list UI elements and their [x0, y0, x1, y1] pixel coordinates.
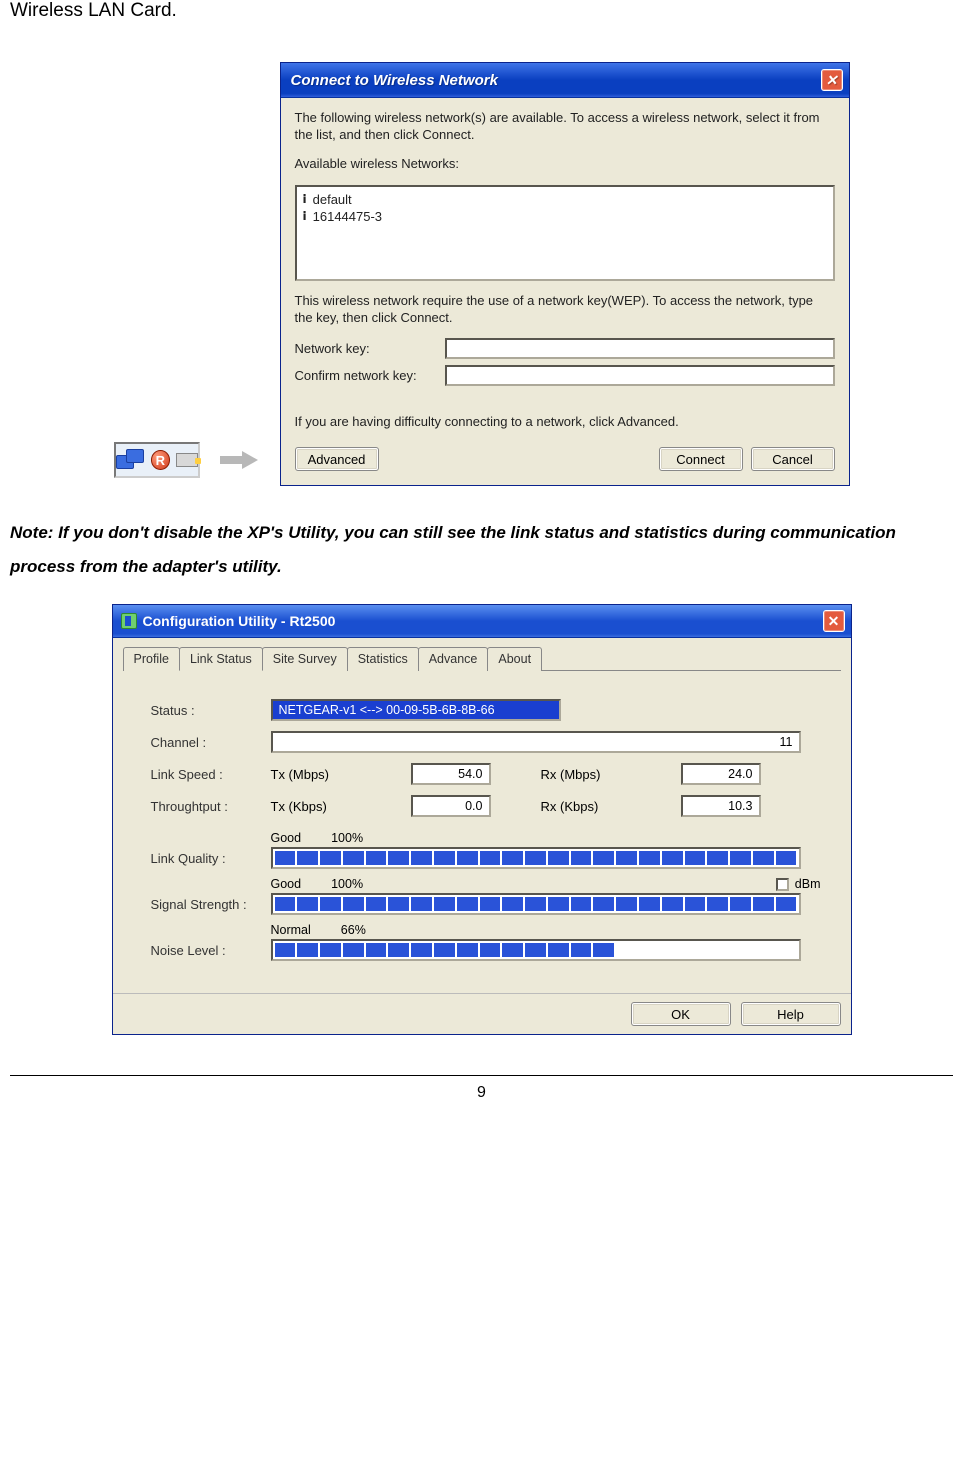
dialog2-titlebar: Configuration Utility - Rt2500 ✕ [113, 605, 851, 638]
advanced-hint: If you are having difficulty connecting … [295, 414, 835, 431]
noise-level-label: Noise Level : [151, 943, 261, 958]
nl-quality: Normal [271, 923, 311, 937]
lq-quality: Good [271, 831, 302, 845]
tx-kbps-value: 0.0 [411, 795, 491, 817]
network-name: 16144475-3 [313, 209, 382, 224]
tray-icons: R [114, 442, 260, 478]
signal-strength-label: Signal Strength : [151, 897, 261, 912]
page-top-text: Wireless LAN Card. [10, 0, 953, 22]
tx-mbps-label: Tx (Mbps) [271, 767, 341, 782]
noise-level-bar [271, 939, 801, 961]
page-number: 9 [477, 1084, 486, 1101]
lq-percent: 100% [331, 831, 363, 845]
utility-icon [121, 613, 137, 629]
status-label: Status : [151, 703, 261, 718]
rx-mbps-value: 24.0 [681, 763, 761, 785]
close-icon[interactable]: ✕ [821, 69, 843, 91]
link-status-panel: Status : NETGEAR-v1 <--> 00-09-5B-6B-8B-… [123, 683, 841, 973]
dialog1-titlebar: Connect to Wireless Network ✕ [281, 63, 849, 98]
ss-quality: Good [271, 877, 302, 891]
dialog1-title: Connect to Wireless Network [291, 72, 498, 89]
tx-mbps-value: 54.0 [411, 763, 491, 785]
config-utility-dialog: Configuration Utility - Rt2500 ✕ Profile… [112, 604, 852, 1035]
channel-value: 11 [271, 731, 801, 753]
link-quality-bar [271, 847, 801, 869]
nl-percent: 66% [341, 923, 366, 937]
link-quality-label: Link Quality : [151, 851, 261, 866]
advanced-button[interactable]: Advanced [295, 447, 379, 471]
confirm-key-input[interactable] [445, 365, 835, 386]
linkspeed-label: Link Speed : [151, 767, 261, 782]
status-value: NETGEAR-v1 <--> 00-09-5B-6B-8B-66 [271, 699, 561, 721]
antenna-icon: 𝗶 [303, 209, 307, 223]
ss-percent: 100% [331, 877, 363, 891]
dialog2-title: Configuration Utility - Rt2500 [143, 613, 336, 629]
network-monitors-icon [116, 449, 145, 471]
dbm-checkbox[interactable] [776, 878, 789, 891]
channel-label: Channel : [151, 735, 261, 750]
network-key-label: Network key: [295, 341, 445, 356]
rx-mbps-label: Rx (Mbps) [541, 767, 611, 782]
available-networks-label: Available wireless Networks: [295, 156, 835, 173]
tab-about[interactable]: About [487, 647, 542, 671]
systray-box: R [114, 442, 200, 478]
network-key-input[interactable] [445, 338, 835, 359]
network-item[interactable]: 𝗶 16144475-3 [301, 208, 829, 225]
tab-site-survey[interactable]: Site Survey [262, 647, 348, 671]
antenna-icon: 𝗶 [303, 192, 307, 206]
signal-strength-bar [271, 893, 801, 915]
connect-button[interactable]: Connect [659, 447, 743, 471]
tab-strip: Profile Link Status Site Survey Statisti… [123, 646, 841, 671]
tab-link-status[interactable]: Link Status [179, 647, 263, 671]
network-name: default [313, 192, 352, 207]
networks-listbox[interactable]: 𝗶 default 𝗶 16144475-3 [295, 185, 835, 281]
wep-text: This wireless network require the use of… [295, 293, 835, 327]
tx-kbps-label: Tx (Kbps) [271, 799, 341, 814]
lan-card-icon [176, 453, 197, 467]
throughput-label: Throughtput : [151, 799, 261, 814]
page-footer: 9 [10, 1075, 953, 1102]
tab-advance[interactable]: Advance [418, 647, 489, 671]
r-utility-icon: R [151, 450, 170, 470]
note-text: Note: If you don't disable the XP's Util… [10, 516, 953, 584]
dialog1-intro: The following wireless network(s) are av… [295, 110, 835, 144]
network-item[interactable]: 𝗶 default [301, 191, 829, 208]
ok-button[interactable]: OK [631, 1002, 731, 1026]
help-button[interactable]: Help [741, 1002, 841, 1026]
dialog1-body: The following wireless network(s) are av… [281, 98, 849, 485]
tab-profile[interactable]: Profile [123, 647, 180, 671]
close-icon[interactable]: ✕ [823, 610, 845, 632]
dbm-label: dBm [795, 877, 821, 891]
rx-kbps-value: 10.3 [681, 795, 761, 817]
connect-wireless-dialog: Connect to Wireless Network ✕ The follow… [280, 62, 850, 486]
arrow-right-icon [220, 451, 260, 469]
cancel-button[interactable]: Cancel [751, 447, 835, 471]
dialog1-section: R Connect to Wireless Network ✕ The foll… [10, 62, 953, 486]
tab-statistics[interactable]: Statistics [347, 647, 419, 671]
rx-kbps-label: Rx (Kbps) [541, 799, 611, 814]
confirm-key-label: Confirm network key: [295, 368, 445, 383]
